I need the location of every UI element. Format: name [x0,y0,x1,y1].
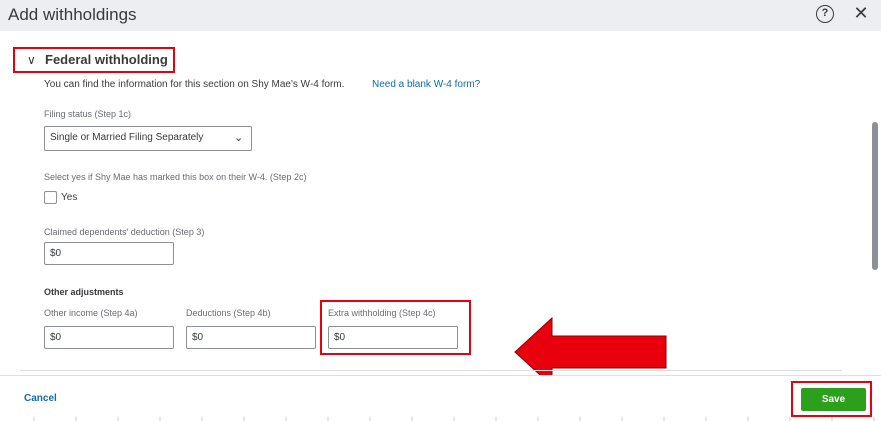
other-income-label: Other income (Step 4a) [44,308,138,318]
extra-withholding-label: Extra withholding (Step 4c) [328,308,436,318]
dialog-content: ∨ Federal withholding You can find the i… [0,31,881,375]
deductions-value: $0 [192,332,204,343]
filing-status-value: Single or Married Filing Separately [50,132,204,143]
step2c-label: Select yes if Shy Mae has marked this bo… [44,172,307,182]
dependents-input[interactable]: $0 [44,242,174,265]
filing-status-select[interactable]: Single or Married Filing Separately ⌄ [44,126,252,151]
save-button[interactable]: Save [801,388,866,411]
dependents-label: Claimed dependents' deduction (Step 3) [44,227,205,237]
red-arrow-annotation [514,317,667,375]
dialog-footer: Cancel Save [0,375,881,421]
close-icon[interactable]: ✕ [853,3,869,23]
section-divider [20,370,842,371]
extra-withholding-input[interactable]: $0 [328,326,458,349]
dialog-header: Add withholdings ? ✕ [0,0,881,31]
other-income-input[interactable]: $0 [44,326,174,349]
section-title: Federal withholding [45,52,168,67]
info-text: You can find the information for this se… [44,79,345,90]
extra-withholding-value: $0 [334,332,346,343]
deductions-input[interactable]: $0 [186,326,316,349]
chevron-down-icon: ⌄ [234,132,244,144]
step2c-checkbox-label: Yes [61,192,78,203]
other-income-value: $0 [50,332,62,343]
cancel-button[interactable]: Cancel [24,393,57,404]
scrollbar-thumb[interactable] [872,122,878,270]
scrollbar[interactable] [869,31,881,375]
dependents-value: $0 [50,248,62,259]
chevron-down-icon: ∨ [27,53,36,67]
footer-ticks [33,417,875,421]
help-icon[interactable]: ? [816,5,834,23]
other-adjustments-heading: Other adjustments [44,287,124,297]
step2c-checkbox[interactable] [44,191,57,204]
dialog-title: Add withholdings [8,5,137,24]
blank-w4-link[interactable]: Need a blank W-4 form? [372,79,480,90]
federal-withholding-toggle[interactable]: ∨ Federal withholding [13,47,175,73]
deductions-label: Deductions (Step 4b) [186,308,271,318]
filing-status-label: Filing status (Step 1c) [44,109,132,119]
